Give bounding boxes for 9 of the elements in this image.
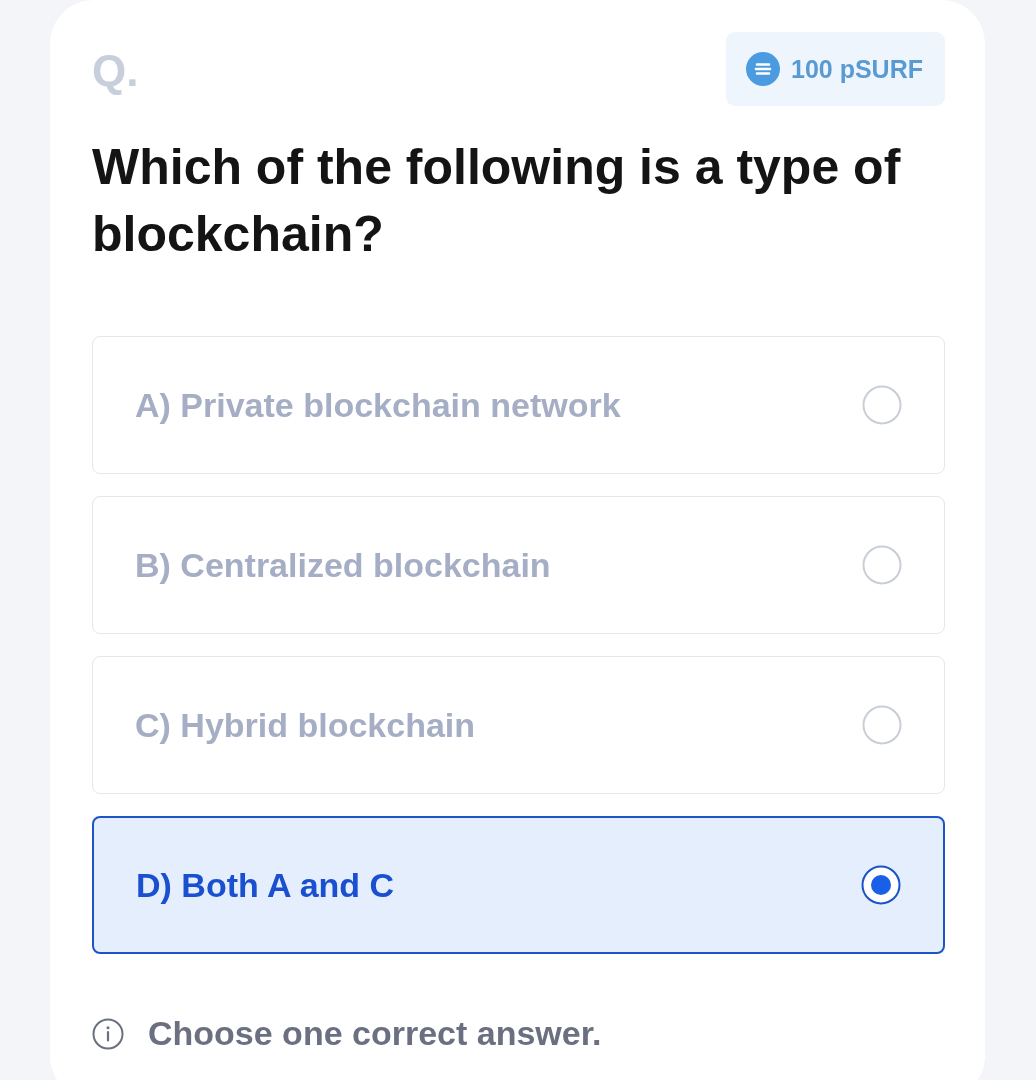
- answer-option[interactable]: A) Private blockchain network: [92, 336, 945, 474]
- reward-amount: 100 pSURF: [791, 54, 923, 84]
- answer-option[interactable]: B) Centralized blockchain: [92, 496, 945, 634]
- coin-icon: [746, 52, 780, 86]
- info-icon: [92, 1017, 124, 1050]
- question-text: Which of the following is a type of blockchain?: [92, 138, 902, 264]
- answer-option[interactable]: C) Hybrid blockchain: [92, 656, 945, 794]
- answer-option[interactable]: D) Both A and C: [92, 816, 945, 954]
- hint-text: Choose one correct answer.: [148, 1014, 602, 1053]
